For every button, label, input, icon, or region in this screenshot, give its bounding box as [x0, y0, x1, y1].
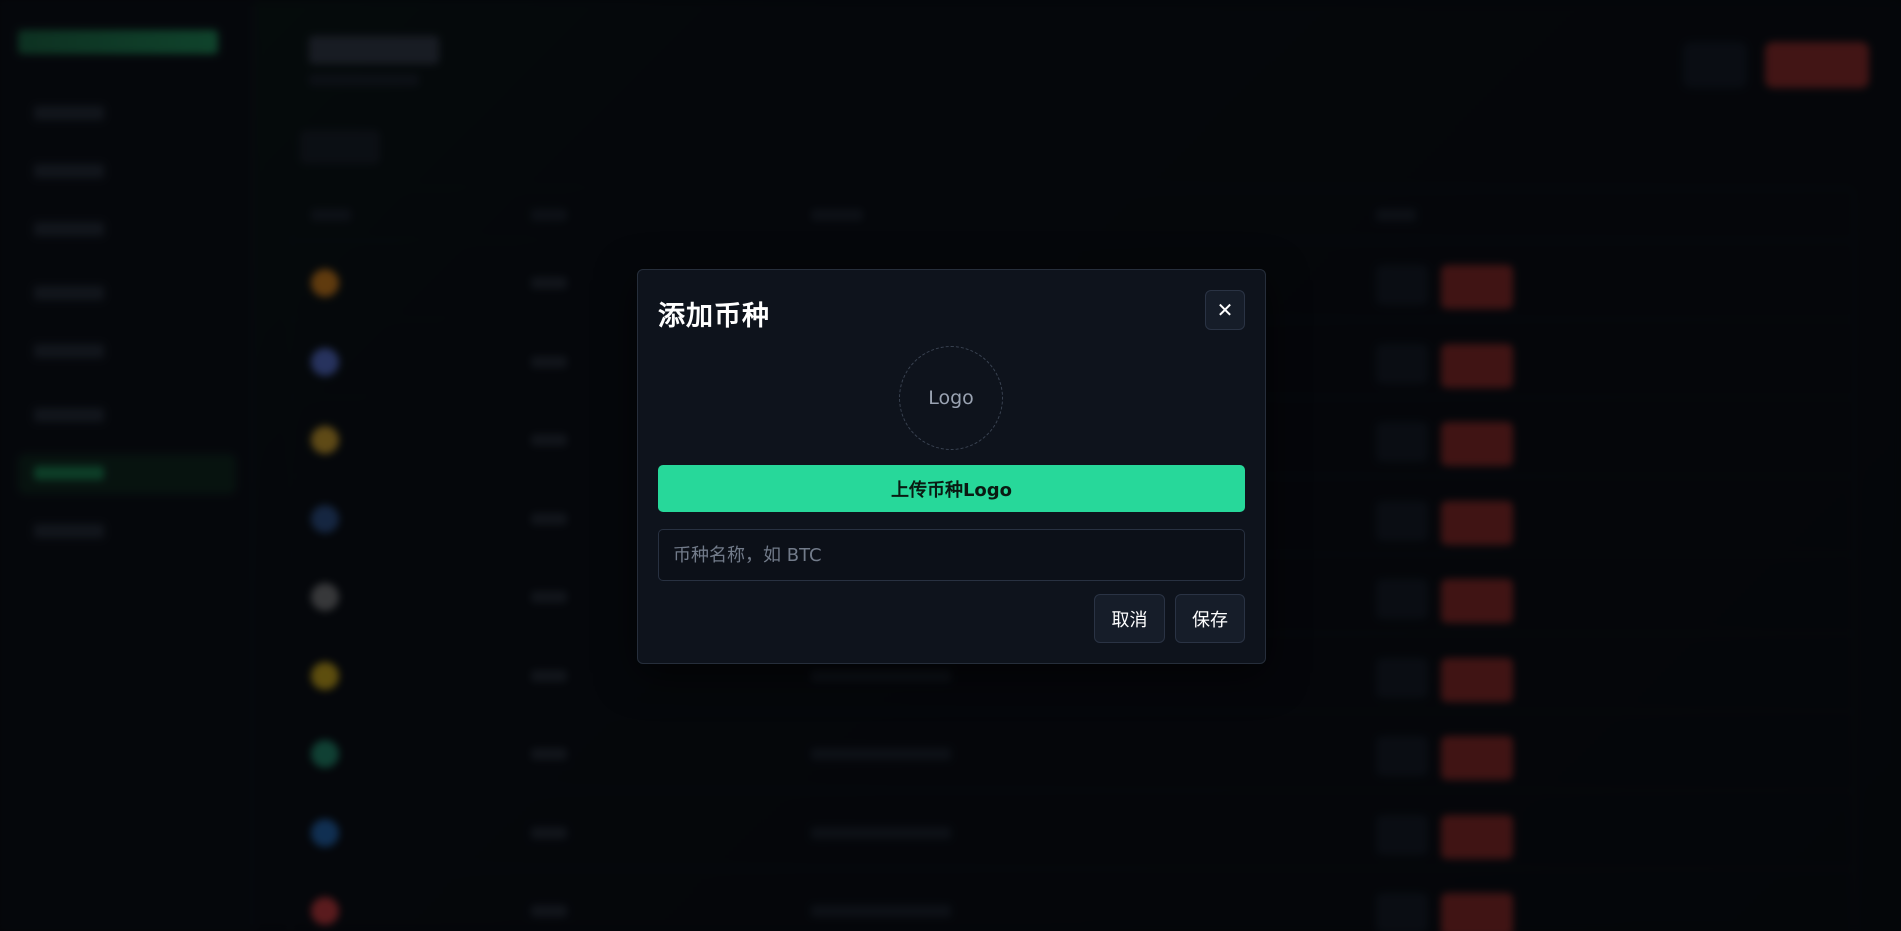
dialog-title: 添加币种 — [658, 301, 770, 332]
upload-logo-button[interactable]: 上传币种Logo — [658, 465, 1245, 512]
coin-name-input[interactable] — [658, 529, 1245, 581]
close-icon: ✕ — [1216, 298, 1234, 322]
app-root: 添加币种 ✕ Logo 上传币种Logo 取消 保存 — [0, 0, 1901, 931]
logo-preview: Logo — [899, 346, 1003, 450]
close-button[interactable]: ✕ — [1205, 290, 1245, 330]
cancel-button[interactable]: 取消 — [1094, 594, 1165, 643]
save-button[interactable]: 保存 — [1175, 594, 1245, 643]
logo-placeholder-text: Logo — [928, 387, 974, 409]
add-coin-dialog: 添加币种 ✕ Logo 上传币种Logo 取消 保存 — [637, 269, 1266, 664]
